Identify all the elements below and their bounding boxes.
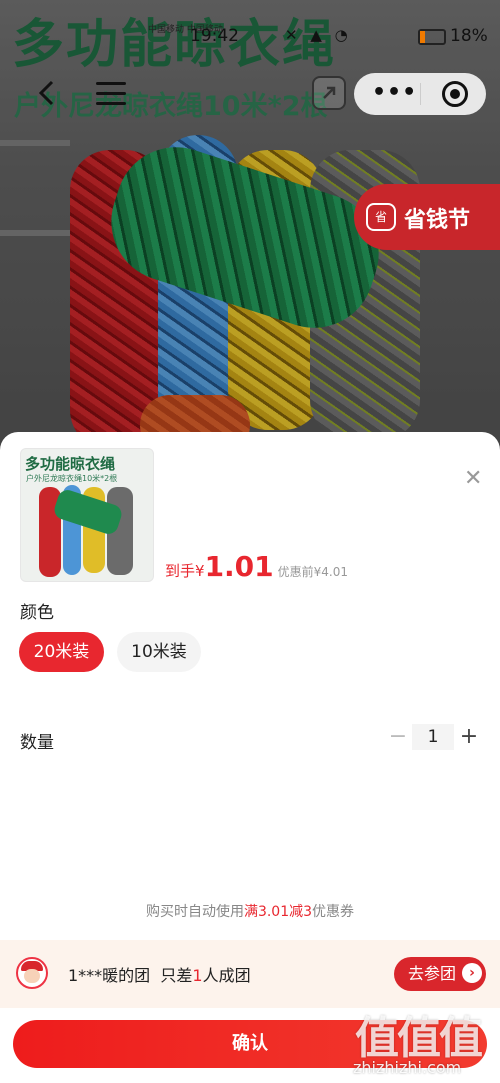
group-text: 1***暖的团 只差1人成团 bbox=[68, 962, 251, 986]
promo-tag-label: 省钱节 bbox=[404, 208, 471, 233]
group-text-after: 人成团 bbox=[202, 966, 251, 985]
share-button[interactable] bbox=[312, 76, 346, 110]
group-count: 1 bbox=[192, 966, 203, 985]
chevron-right-icon: › bbox=[462, 963, 482, 983]
price-label: 到手 bbox=[165, 562, 196, 580]
quantity-minus-button[interactable]: − bbox=[386, 724, 410, 750]
coupon-prefix: 购买时自动使用 bbox=[145, 904, 244, 920]
close-mini-program-button[interactable] bbox=[442, 81, 468, 107]
share-icon bbox=[323, 86, 336, 99]
original-price: 优惠前¥4.01 bbox=[277, 565, 349, 579]
mini-program-capsule: ••• bbox=[354, 73, 486, 115]
chevron-left-icon bbox=[38, 80, 54, 106]
more-button[interactable]: ••• bbox=[372, 80, 417, 105]
final-price: 1.01 bbox=[204, 550, 274, 583]
menu-button[interactable] bbox=[96, 82, 126, 106]
group-user: 1***暖的团 bbox=[68, 966, 151, 985]
battery-percent: 18% bbox=[450, 26, 488, 46]
join-group-button[interactable]: 去参团 › bbox=[394, 957, 486, 991]
sku-bottom-sheet: 多功能晾衣绳 户外尼龙晾衣绳10米*2根 ✕ 到手¥1.01 优惠前¥4.01 颜… bbox=[0, 432, 500, 1083]
group-buy-bar: 1***暖的团 只差1人成团 去参团 › bbox=[0, 940, 500, 1008]
watermark: 值值值 zhizhizhi.com bbox=[353, 1002, 493, 1080]
hamburger-menu-icon bbox=[96, 82, 126, 85]
option-10m[interactable]: 10米装 bbox=[117, 632, 201, 672]
thumb-subtitle: 户外尼龙晾衣绳10米*2根 bbox=[26, 474, 118, 483]
coupon-note: 购买时自动使用满3.01减3优惠券 bbox=[0, 901, 500, 921]
group-text-before: 只差 bbox=[160, 966, 193, 985]
watermark-url: zhizhizhi.com bbox=[353, 1058, 462, 1077]
join-group-label: 去参团 bbox=[408, 964, 457, 983]
quantity-plus-button[interactable]: + bbox=[456, 724, 482, 750]
status-bar: 中国移动 中国移动 19:42 ✕ ▲ ◔ 18% bbox=[0, 22, 500, 52]
thumb-title: 多功能晾衣绳 bbox=[25, 455, 116, 473]
capsule-divider bbox=[420, 83, 421, 105]
watermark-logo: 值值值 bbox=[355, 1013, 483, 1064]
close-icon[interactable]: ✕ bbox=[464, 468, 482, 490]
currency-symbol: ¥ bbox=[195, 562, 205, 580]
coupon-highlight: 满3.01减3 bbox=[243, 904, 313, 920]
piggy-logo-icon: 省 bbox=[366, 203, 396, 231]
quantity-label: 数量 bbox=[20, 733, 54, 753]
signal-icons: ✕ ▲ ◔ bbox=[285, 26, 352, 44]
battery-icon bbox=[418, 29, 446, 45]
product-thumbnail[interactable]: 多功能晾衣绳 户外尼龙晾衣绳10米*2根 bbox=[20, 448, 154, 582]
coupon-suffix: 优惠券 bbox=[312, 904, 355, 920]
color-label: 颜色 bbox=[20, 603, 54, 623]
product-hero-image[interactable]: 多功能晾衣绳 户外尼龙晾衣绳10米*2根 省 省钱节 bbox=[0, 0, 500, 450]
option-20m[interactable]: 20米装 bbox=[19, 632, 104, 672]
status-time: 19:42 bbox=[190, 26, 239, 46]
avatar bbox=[16, 957, 48, 989]
price-row: 到手¥1.01 优惠前¥4.01 bbox=[165, 550, 348, 583]
back-button[interactable] bbox=[36, 80, 66, 110]
quantity-input[interactable]: 1 bbox=[412, 724, 454, 750]
promo-tag[interactable]: 省 省钱节 bbox=[354, 184, 500, 250]
